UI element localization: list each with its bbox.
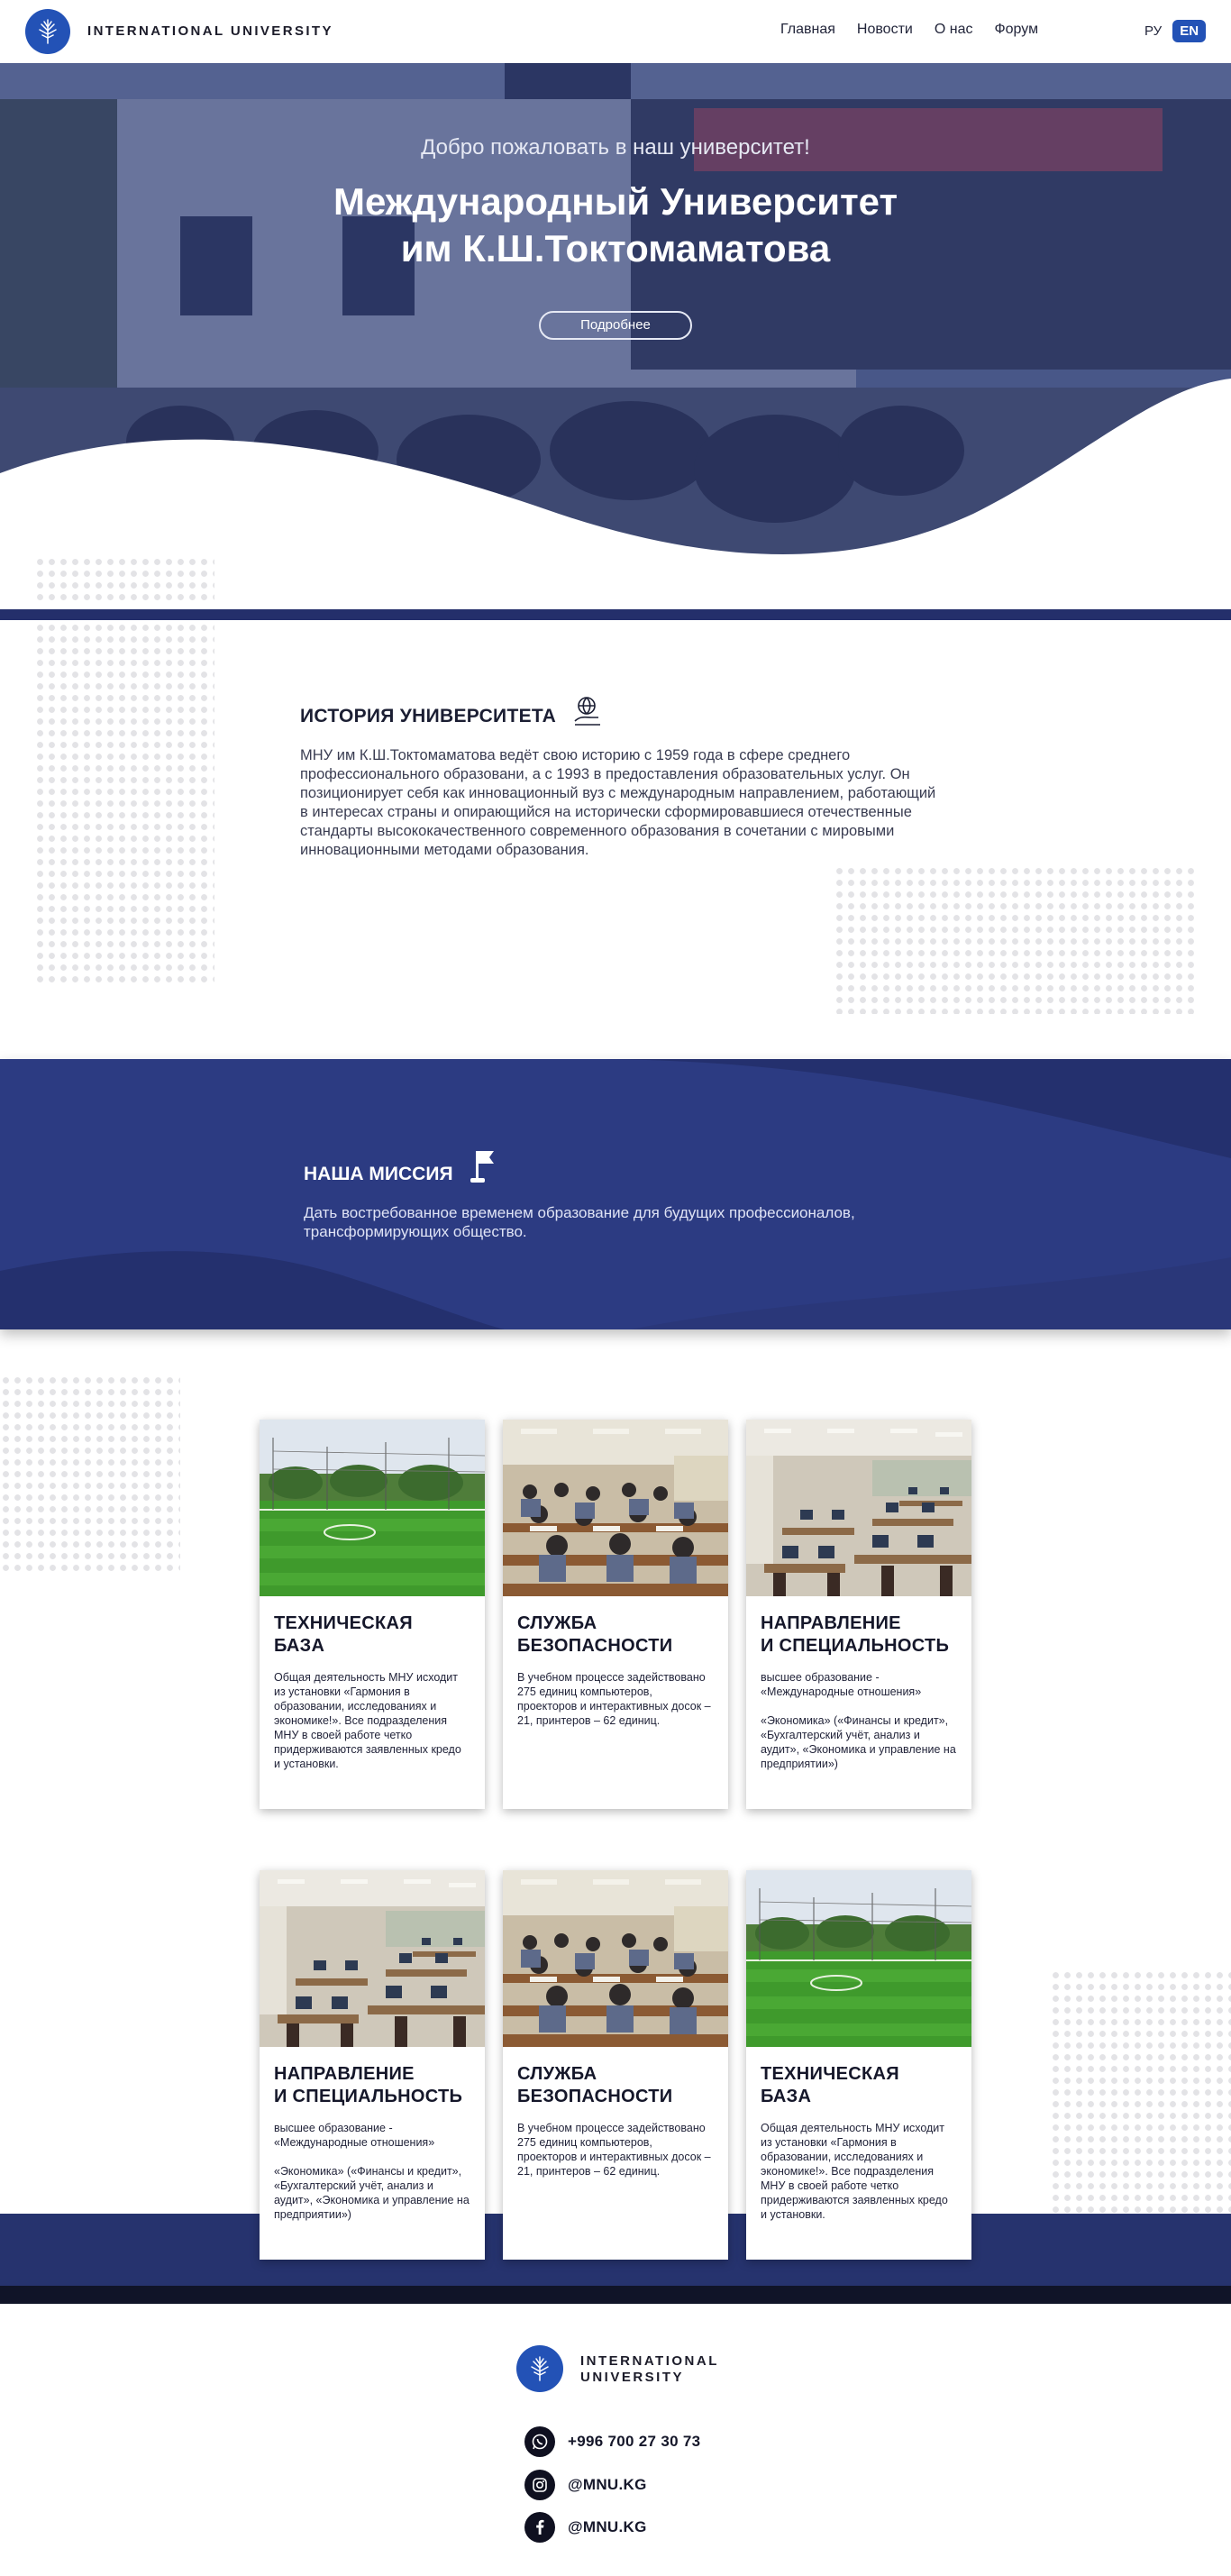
logo-text[interactable]: INTERNATIONAL UNIVERSITY (87, 23, 333, 39)
footer-logo-icon[interactable] (516, 2345, 563, 2392)
dots-decoration (1050, 1969, 1231, 2213)
feature-card[interactable]: СЛУЖБА БЕЗОПАСНОСТИ В учебном процессе зад… (503, 1420, 728, 1809)
mission-wave-bg (0, 1059, 1231, 1329)
page: INTERNATIONAL UNIVERSITY Главная Новости… (0, 0, 1231, 2576)
card-title-line1: СЛУЖБА (517, 1613, 597, 1633)
hero-subtitle: Добро пожаловать в наш университет! (421, 135, 810, 160)
phone-text[interactable]: +996 700 27 30 73 (568, 2433, 700, 2451)
card-title: ТЕХНИЧЕСКАЯ БАЗА (274, 1612, 470, 1658)
nav-news[interactable]: Новости (857, 22, 913, 38)
card-text: В учебном процессе задействовано 275 еди… (517, 2122, 711, 2178)
card-title-line1: СЛУЖБА (517, 2064, 597, 2084)
globe-hand-icon (571, 694, 604, 731)
divider-band (0, 609, 1231, 620)
contact-phone[interactable]: +996 700 27 30 73 (524, 2426, 700, 2457)
history-title: ИСТОРИЯ УНИВЕРСИТЕТА (300, 706, 557, 726)
feature-card[interactable]: ТЕХНИЧЕСКАЯ БАЗА Общая деятельность МНУ ис… (746, 1870, 971, 2260)
feature-card[interactable]: НАПРАВЛЕНИЕ И СПЕЦИАЛЬНОСТЬ высшее образов… (260, 1870, 485, 2260)
card-title-line2: БЕЗОПАСНОСТИ (517, 1636, 673, 1656)
feature-card[interactable]: СЛУЖБА БЕЗОПАСНОСТИ В учебном процессе зад… (503, 1870, 728, 2260)
bottom-band-dark (0, 2286, 1231, 2304)
dots-decoration (34, 556, 214, 603)
card-image-exam-hall (503, 1420, 728, 1596)
card-title: НАПРАВЛЕНИЕ И СПЕЦИАЛЬНОСТЬ (274, 2063, 470, 2108)
dots-decoration (834, 865, 1199, 1014)
feature-card[interactable]: ТЕХНИЧЕСКАЯ БАЗА Общая деятельность МНУ ис… (260, 1420, 485, 1809)
lang-ru-button[interactable]: РУ (1144, 23, 1162, 39)
footer-logo-text: INTERNATIONAL UNIVERSITY (580, 2353, 719, 2386)
nav-home[interactable]: Главная (780, 22, 835, 38)
university-logo-icon[interactable] (25, 9, 70, 54)
hero-title-line2: им К.Ш.Токтомаматова (400, 227, 831, 269)
card-title: СЛУЖБА БЕЗОПАСНОСТИ (517, 1612, 714, 1658)
lang-en-button[interactable]: EN (1172, 20, 1207, 42)
facebook-icon (524, 2512, 555, 2543)
card-title-line1: ТЕХНИЧЕСКАЯ (761, 2064, 899, 2084)
card-text: Общая деятельность МНУ исходит из устано… (274, 1671, 461, 1770)
site-header: INTERNATIONAL UNIVERSITY Главная Новости… (0, 0, 1231, 63)
card-image-computer-lab (260, 1870, 485, 2047)
mission-text: Дать востребованное временем образование… (304, 1204, 855, 1240)
card-title-line2: БЕЗОПАСНОСТИ (517, 2087, 673, 2106)
main-nav: Главная Новости О нас Форум (780, 22, 1038, 38)
hero-section: Добро пожаловать в наш университет! Межд… (0, 63, 1231, 572)
footer-logo-line2: UNIVERSITY (580, 2370, 685, 2385)
dots-decoration (34, 622, 214, 987)
contact-facebook[interactable]: @MNU.KG (524, 2512, 647, 2543)
card-title-line1: НАПРАВЛЕНИЕ (761, 1613, 901, 1633)
footer-logo-line1: INTERNATIONAL (580, 2353, 719, 2369)
card-image-football-field (746, 1870, 971, 2047)
dots-decoration (0, 1375, 180, 1573)
card-text: В учебном процессе задействовано 275 еди… (517, 1671, 711, 1727)
nav-about[interactable]: О нас (935, 22, 973, 38)
feature-card[interactable]: НАПРАВЛЕНИЕ И СПЕЦИАЛЬНОСТЬ высшее образов… (746, 1420, 971, 1809)
mission-section: НАША МИССИЯ Дать востребованное временем… (0, 1059, 1231, 1329)
card-image-exam-hall (503, 1870, 728, 2047)
whatsapp-icon (524, 2426, 555, 2457)
card-title-line2: И СПЕЦИАЛЬНОСТЬ (274, 2087, 463, 2106)
card-title-line2: И СПЕЦИАЛЬНОСТЬ (761, 1636, 950, 1656)
flag-icon (469, 1147, 497, 1192)
hero-title: Международный Университет им К.Ш.Токтома… (0, 178, 1231, 272)
card-title-line1: ТЕХНИЧЕСКАЯ (274, 1613, 413, 1633)
card-title-line1: НАПРАВЛЕНИЕ (274, 2064, 415, 2084)
language-switcher: РУ EN (1144, 20, 1207, 42)
card-title-line2: БАЗА (274, 1636, 325, 1656)
instagram-text[interactable]: @MNU.KG (568, 2476, 647, 2494)
card-text: высшее образование - «Международные отно… (761, 1671, 956, 1770)
history-text: МНУ им К.Ш.Токтомаматова ведёт свою исто… (300, 747, 936, 858)
contact-instagram[interactable]: @MNU.KG (524, 2470, 647, 2500)
card-image-computer-lab (746, 1420, 971, 1596)
card-text: высшее образование - «Международные отно… (274, 2122, 470, 2221)
more-button[interactable]: Подробнее (539, 311, 692, 340)
facebook-text[interactable]: @MNU.KG (568, 2518, 647, 2536)
hero-title-line1: Международный Университет (333, 180, 898, 223)
card-image-football-field (260, 1420, 485, 1596)
card-title: ТЕХНИЧЕСКАЯ БАЗА (761, 2063, 957, 2108)
instagram-icon (524, 2470, 555, 2500)
nav-forum[interactable]: Форум (994, 22, 1038, 38)
card-title: НАПРАВЛЕНИЕ И СПЕЦИАЛЬНОСТЬ (761, 1612, 957, 1658)
card-title: СЛУЖБА БЕЗОПАСНОСТИ (517, 2063, 714, 2108)
card-title-line2: БАЗА (761, 2087, 812, 2106)
card-text: Общая деятельность МНУ исходит из устано… (761, 2122, 948, 2221)
mission-title: НАША МИССИЯ (304, 1164, 453, 1184)
